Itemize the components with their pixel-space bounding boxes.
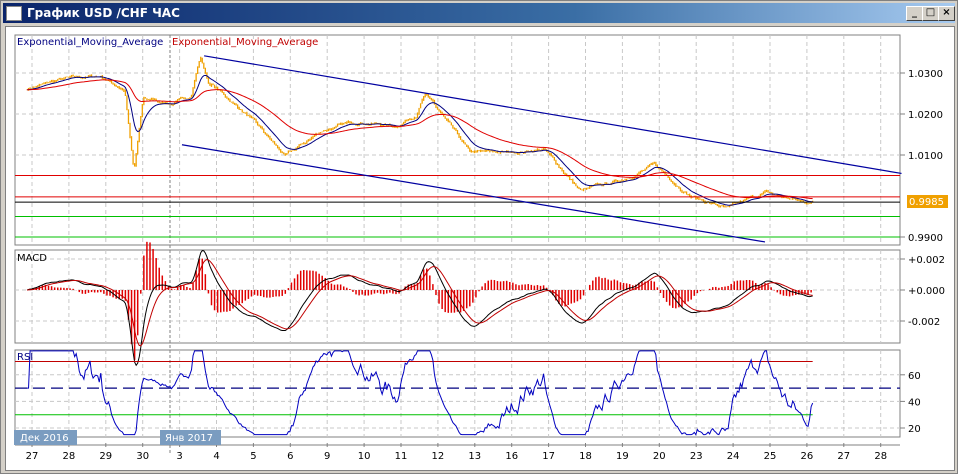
x-tick-label: 27 (26, 451, 39, 462)
month-label-jan: Янв 2017 (165, 433, 213, 444)
x-tick-label: 19 (616, 451, 629, 462)
x-tick-label: 13 (468, 451, 481, 462)
y-tick-label: -0.002 (908, 317, 940, 328)
x-tick-label: 11 (395, 451, 408, 462)
ema-legend-1: Exponential_Moving_Average (17, 37, 163, 48)
y-tick-label: 1.0300 (908, 69, 943, 80)
price-panel (14, 34, 901, 246)
y-tick-label: +0.000 (908, 286, 945, 297)
x-tick-label: 4 (213, 451, 219, 462)
y-tick-label: 20 (908, 424, 921, 435)
y-tick-label: 0.9900 (908, 233, 943, 244)
y-tick-label: 1.0200 (908, 110, 943, 121)
x-tick-label: 23 (690, 451, 703, 462)
y-tick-label: 1.0100 (908, 151, 943, 162)
x-tick-label: 24 (727, 451, 740, 462)
x-tick-label: 29 (99, 451, 112, 462)
x-tick-label: 18 (579, 451, 592, 462)
y-tick-label: 60 (908, 371, 921, 382)
x-tick-label: 28 (874, 451, 887, 462)
x-tick-label: 28 (63, 451, 76, 462)
x-tick-label: 17 (542, 451, 555, 462)
x-tick-label: 9 (324, 451, 330, 462)
macd-label: MACD (17, 253, 47, 264)
rsi-panel (14, 349, 901, 438)
x-tick-label: 12 (432, 451, 445, 462)
x-tick-label: 26 (801, 451, 814, 462)
x-tick-label: 30 (136, 451, 149, 462)
x-tick-label: 16 (505, 451, 518, 462)
x-tick-label: 25 (764, 451, 777, 462)
price-chart[interactable]: 27 28 29 30 3 4 5 6 9 10 11 12 13 16 17 18 19 20 23 24 25 26 2… (0, 0, 958, 474)
x-tick-label: 6 (287, 451, 293, 462)
x-tick-label: 10 (358, 451, 371, 462)
y-tick-label: +0.002 (908, 255, 945, 266)
x-tick-label: 3 (176, 451, 182, 462)
ema-legend-2: Exponential_Moving_Average (172, 37, 318, 48)
current-price: 0.9985 (909, 197, 944, 208)
month-label-dec: Дек 2016 (20, 433, 69, 444)
x-tick-label: 5 (250, 451, 256, 462)
y-tick-label: 40 (908, 397, 921, 408)
rsi-label: RSI (17, 352, 33, 363)
x-tick-label: 20 (653, 451, 666, 462)
x-tick-label: 27 (837, 451, 850, 462)
